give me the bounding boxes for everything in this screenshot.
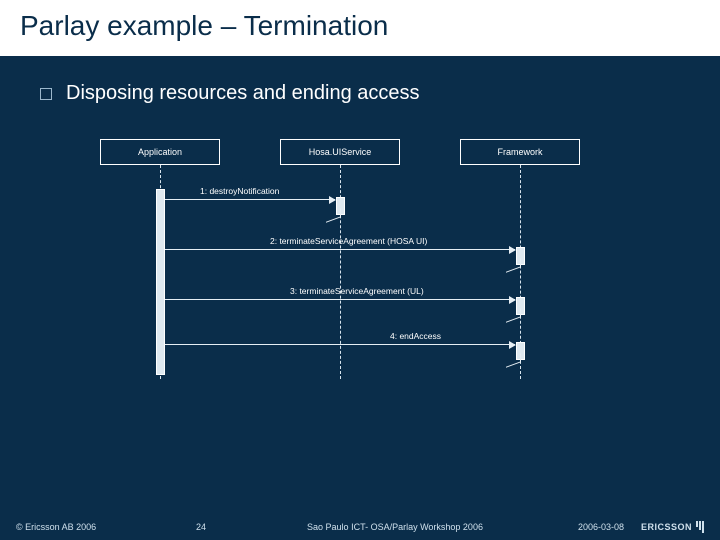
arrow-right-icon [509,246,516,254]
footer: © Ericsson AB 2006 24 Sao Paulo ICT- OSA… [0,514,720,540]
arrow-right-icon [509,296,516,304]
msg4-label: 4: endAccess [390,331,441,341]
msg2-return-tick [506,258,521,272]
bullet-text: Disposing resources and ending access [66,82,420,105]
activation-application [156,189,165,375]
participant-application: Application [100,139,220,165]
footer-date: 2006-03-08 [534,522,624,532]
footer-center: Sao Paulo ICT- OSA/Parlay Workshop 2006 [256,522,534,532]
footer-logo: ERICSSON [624,521,704,533]
msg3-return-tick [506,308,521,322]
participant-application-label: Application [138,147,182,157]
page-title: Parlay example – Termination [20,10,700,42]
bullet-icon [40,88,52,100]
msg2-line [165,249,515,250]
msg3-line [165,299,515,300]
slide-content: Disposing resources and ending access Ap… [0,56,720,399]
footer-copyright: © Ericsson AB 2006 [16,522,196,532]
participant-hosa-label: Hosa.UIService [309,147,372,157]
title-bar: Parlay example – Termination [0,0,720,56]
msg1-label: 1: destroyNotification [200,186,279,196]
ericsson-wordmark: ERICSSON [641,522,692,532]
participant-hosa: Hosa.UIService [280,139,400,165]
msg4-return-tick [506,353,521,367]
footer-page: 24 [196,522,256,532]
msg1-line [165,199,335,200]
msg4-line [165,344,515,345]
participant-framework: Framework [460,139,580,165]
msg1-return-tick [326,208,341,222]
msg3-label: 3: terminateServiceAgreement (UL) [290,286,424,296]
arrow-right-icon [509,341,516,349]
sequence-diagram: Application Hosa.UIService Framework 1: … [100,139,620,399]
participant-framework-label: Framework [497,147,542,157]
msg2-label: 2: terminateServiceAgreement (HOSA UI) [270,236,427,246]
arrow-right-icon [329,196,336,204]
ericsson-bars-icon [696,521,704,533]
bullet-item: Disposing resources and ending access [40,82,680,105]
